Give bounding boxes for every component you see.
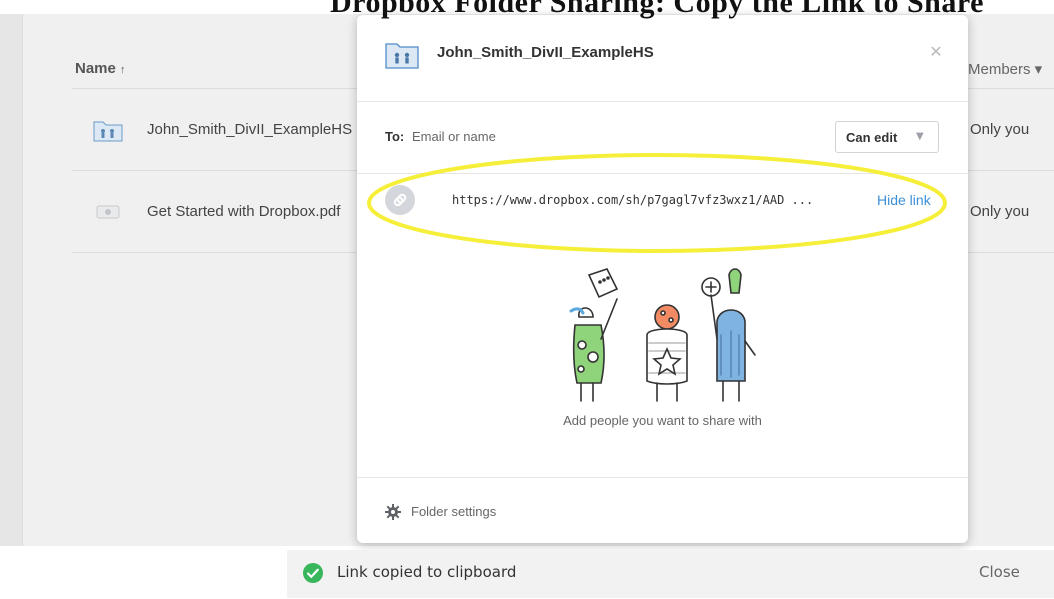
folder-settings-link[interactable]: Folder settings xyxy=(411,504,496,519)
list-item-members: Only you xyxy=(970,121,1030,138)
modal-title: John_Smith_DivII_ExampleHS xyxy=(437,44,654,61)
modal-footer: Folder settings xyxy=(357,477,968,543)
permission-dropdown[interactable]: Can edit ▼ xyxy=(835,121,939,153)
sidebar-divider xyxy=(22,14,23,546)
check-circle-icon xyxy=(303,563,323,583)
chevron-down-icon: ▼ xyxy=(916,131,924,142)
list-item-members: Only you xyxy=(970,203,1030,220)
page-caption: Dropbox Folder Sharing: Copy the Link to… xyxy=(330,0,984,19)
share-folder-modal: John_Smith_DivII_ExampleHS ✕ To: Can edi… xyxy=(357,15,968,543)
to-label: To: xyxy=(385,129,405,144)
toast-notification: Link copied to clipboard Close xyxy=(287,550,1054,598)
share-invite-row: To: Can edit ▼ xyxy=(357,101,968,174)
column-header-name-label: Name xyxy=(75,60,116,77)
permission-label: Can edit xyxy=(846,130,898,145)
column-header-members[interactable]: Members ▾ xyxy=(968,60,1042,78)
toast-close-button[interactable]: Close xyxy=(979,563,1020,581)
email-or-name-input[interactable] xyxy=(412,123,812,149)
sort-arrow-icon: ↑ xyxy=(120,64,126,76)
gear-icon[interactable] xyxy=(385,504,401,520)
link-icon xyxy=(385,185,415,215)
column-header-name[interactable]: Name ↑ xyxy=(75,60,126,77)
shared-folder-icon xyxy=(385,43,419,69)
modal-header: John_Smith_DivII_ExampleHS ✕ xyxy=(357,15,968,102)
pdf-file-icon xyxy=(96,205,120,219)
empty-state-text: Add people you want to share with xyxy=(563,413,762,428)
close-icon[interactable]: ✕ xyxy=(925,41,947,63)
list-item-name[interactable]: Get Started with Dropbox.pdf xyxy=(147,203,340,220)
share-link-url[interactable]: https://www.dropbox.com/sh/p7gagl7vfz3wx… xyxy=(452,193,813,207)
hide-link-button[interactable]: Hide link xyxy=(877,192,931,208)
toast-message: Link copied to clipboard xyxy=(337,563,517,581)
left-sidebar-shade xyxy=(0,14,22,546)
shared-folder-icon xyxy=(93,121,123,142)
list-item-name[interactable]: John_Smith_DivII_ExampleHS xyxy=(147,121,352,138)
people-sharing-illustration xyxy=(569,268,756,402)
